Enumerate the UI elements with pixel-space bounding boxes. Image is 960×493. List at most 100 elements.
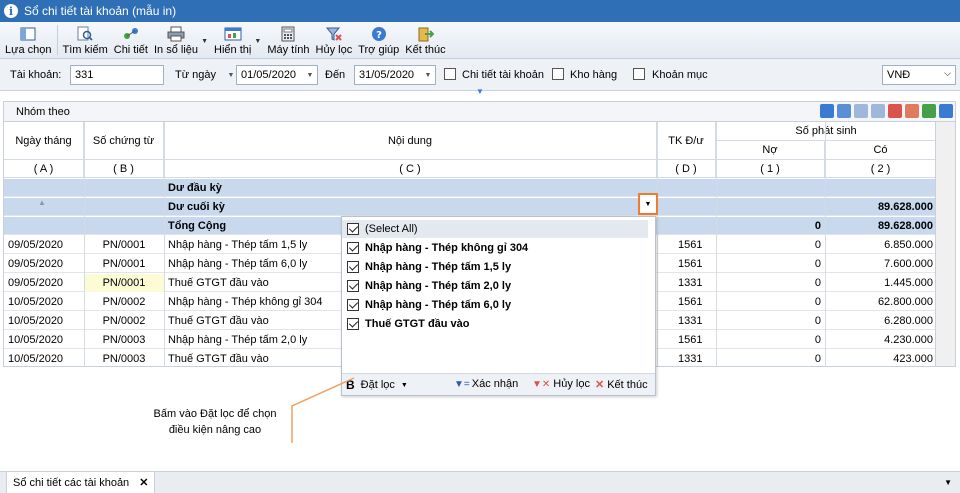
cell-tk: 1561 (678, 334, 703, 346)
save-icon[interactable] (820, 104, 834, 118)
svg-text:?: ? (376, 30, 382, 41)
bottom-tab-bar: Sổ chi tiết các tài khoản ✕ ▼ (0, 471, 960, 493)
callout-line-1: Bấm vào Đặt lọc để chọn (153, 408, 277, 420)
help-icon: ? (371, 27, 386, 41)
closing-label: Dư cuối kỳ (168, 201, 225, 213)
toolbar-search-button[interactable]: Tìm kiếm (60, 23, 111, 58)
cell-date: 09/05/2020 (8, 277, 64, 289)
toolbar-clear-filter-button[interactable]: Hủy lọc (313, 23, 356, 58)
select-icon (20, 27, 36, 41)
cell-doc: PN/0003 (102, 334, 146, 346)
filter-popup-footer: B Đặt lọc ▼ ▼= Xác nhận ▼✕ Hủy lọc ✕ Kết… (342, 373, 655, 395)
filter-option[interactable]: Nhập hàng - Thép tấm 2,0 ly (347, 277, 511, 295)
cell-debit: 0 (814, 277, 821, 289)
cell-tk: 1561 (678, 296, 703, 308)
filter-option[interactable]: (Select All) (342, 220, 648, 238)
set-filter-button[interactable]: B Đặt lọc ▼ (346, 378, 408, 392)
chevron-down-icon: ▼ (644, 200, 652, 208)
close-filter-button[interactable]: ✕ Kết thúc (595, 378, 648, 392)
bold-b-icon: B (346, 378, 355, 392)
cell-debit: 0 (814, 315, 821, 327)
filter-option-checkbox[interactable] (347, 223, 359, 235)
tab-scroll-icon[interactable]: ▼ (944, 478, 952, 487)
toolbar-exit-button[interactable]: Kết thúc (402, 23, 448, 58)
filter-option-checkbox[interactable] (347, 318, 359, 330)
total-debit: 0 (814, 220, 821, 232)
opening-balance-row[interactable]: Dư đầu kỳ (4, 179, 935, 197)
header-date[interactable]: Ngày tháng (4, 122, 84, 160)
cell-credit: 6.280.000 (884, 315, 933, 327)
toolbar-calculator-button[interactable]: Máy tính (264, 23, 312, 58)
cell-debit: 0 (814, 353, 821, 365)
code-debit: ( 1 ) (716, 160, 825, 178)
filter-option[interactable]: Nhập hàng - Thép không gỉ 304 (347, 239, 528, 257)
closing-credit: 89.628.000 (877, 201, 933, 213)
total-label: Tổng Cộng (168, 220, 227, 232)
filter-option[interactable]: Thuế GTGT đầu vào (347, 315, 470, 333)
header-tk[interactable]: TK Đ/ư (657, 122, 716, 160)
filter-option-checkbox[interactable] (347, 242, 359, 254)
cell-debit: 0 (814, 239, 821, 251)
toolbar-display-button[interactable]: Hiển thị ▼ (211, 23, 261, 58)
column-divider (716, 122, 717, 366)
cell-date: 10/05/2020 (8, 315, 64, 327)
cell-tk: 1331 (678, 353, 703, 365)
item-label: Khoản mục (652, 69, 708, 81)
cell-date: 09/05/2020 (8, 258, 64, 270)
delete-icon[interactable] (888, 104, 902, 118)
content-filter-dropdown-button[interactable]: ▼ (638, 193, 658, 215)
account-input[interactable]: 331 (70, 65, 164, 85)
cell-tk: 1331 (678, 315, 703, 327)
header-debit[interactable]: Nợ (716, 141, 825, 160)
remove-icon[interactable] (905, 104, 919, 118)
from-date-dropdown-icon[interactable]: ▼ (303, 66, 317, 84)
header-content[interactable]: Nội dung (164, 122, 657, 160)
header-credit[interactable]: Có (825, 141, 935, 160)
filter-option-checkbox[interactable] (347, 261, 359, 273)
cell-credit: 1.445.000 (884, 277, 933, 289)
chevron-down-icon: ⌵ (944, 68, 951, 78)
sort-up-icon[interactable]: ▲ (38, 194, 46, 212)
to-date-dropdown-icon[interactable]: ▼ (421, 66, 435, 84)
vertical-scrollbar[interactable] (936, 121, 956, 367)
chevron-down-icon: ▼ (400, 381, 408, 389)
paste-icon[interactable] (871, 104, 885, 118)
header-doc[interactable]: Số chứng từ (84, 122, 164, 160)
currency-select[interactable]: VNĐ ⌵ (882, 65, 956, 85)
column-filter-popup: (Select All) Nhập hàng - Thép không gỉ 3… (341, 216, 656, 396)
filter-option[interactable]: Nhập hàng - Thép tấm 6,0 ly (347, 296, 511, 314)
toolbar-select-button[interactable]: Lựa chọn (2, 23, 55, 58)
confirm-filter-button[interactable]: ▼= Xác nhận (454, 378, 518, 390)
column-divider (164, 122, 165, 366)
copy-icon[interactable] (854, 104, 868, 118)
toolbar-help-button[interactable]: ? Trợ giúp (355, 23, 402, 58)
filter-option-checkbox[interactable] (347, 299, 359, 311)
filter-option-checkbox[interactable] (347, 280, 359, 292)
callout-line-2: điều kiện nâng cao (168, 424, 262, 436)
tab-account-detail[interactable]: Sổ chi tiết các tài khoản ✕ (6, 472, 156, 493)
clear-filter-icon (325, 27, 342, 41)
cell-tk: 1331 (678, 277, 703, 289)
save-as-icon[interactable] (837, 104, 851, 118)
detail-account-checkbox[interactable] (444, 68, 456, 80)
layout-icon[interactable] (939, 104, 953, 118)
code-credit: ( 2 ) (825, 160, 935, 178)
column-divider (657, 122, 658, 366)
cancel-filter-button[interactable]: ▼✕ Hủy lọc (532, 378, 590, 390)
search-icon (77, 26, 93, 41)
closing-balance-row[interactable]: ▲ Dư cuối kỳ 89.628.000 (4, 198, 935, 216)
cell-date: 09/05/2020 (8, 239, 64, 251)
cell-date: 10/05/2020 (8, 334, 64, 346)
item-checkbox[interactable] (633, 68, 645, 80)
filter-option[interactable]: Nhập hàng - Thép tấm 1,5 ly (347, 258, 511, 276)
window-title: Sổ chi tiết tài khoản (mẫu in) (24, 4, 177, 18)
chevron-down-icon: ▼ (201, 38, 209, 45)
toolbar-detail-button[interactable]: Chi tiết (111, 23, 151, 58)
cell-doc: PN/0001 (102, 258, 146, 270)
export-icon[interactable] (922, 104, 936, 118)
cell-date: 10/05/2020 (8, 353, 64, 365)
toolbar-print-button[interactable]: In sổ liệu ▼ (151, 23, 208, 58)
collapse-arrow-icon[interactable]: ▼ (476, 87, 484, 96)
close-tab-icon[interactable]: ✕ (139, 476, 148, 489)
warehouse-checkbox[interactable] (552, 68, 564, 80)
